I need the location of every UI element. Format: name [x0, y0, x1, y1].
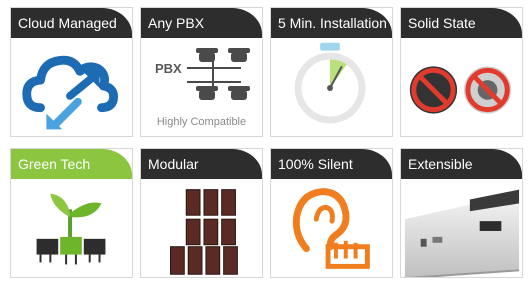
tile-title: Green Tech	[18, 156, 91, 172]
tile-header: Cloud Managed	[11, 8, 132, 38]
tile-5-min-installation: 5 Min. Installation	[270, 7, 393, 137]
tile-title: Any PBX	[148, 15, 205, 31]
compatibility-caption: Highly Compatible	[156, 116, 247, 128]
tile-100-silent: 100% Silent	[270, 148, 393, 278]
seedling-circuit-icon	[36, 193, 106, 265]
tile-header: Any PBX	[141, 8, 262, 38]
feature-grid: Cloud Managed Any PBX PBX Highly Compati…	[0, 0, 531, 285]
tile-header: Green Tech	[11, 149, 132, 179]
tile-header: Modular	[141, 149, 262, 179]
stopwatch-icon	[294, 42, 366, 124]
pbx-art: PBX Highly Compatible	[141, 38, 262, 136]
tile-header: Solid State	[401, 8, 522, 38]
no-fan-no-disk-icon	[409, 66, 512, 114]
tile-header: 5 Min. Installation	[271, 8, 392, 38]
tile-cloud-managed: Cloud Managed	[10, 7, 133, 137]
tile-extensible: Extensible	[400, 148, 523, 278]
tile-title: Solid State	[408, 15, 476, 31]
tile-green-tech: Green Tech	[10, 148, 133, 278]
tile-header: 100% Silent	[271, 149, 392, 179]
tile-title: Cloud Managed	[18, 15, 117, 31]
silent-ear-icon	[292, 188, 370, 269]
tile-header: Extensible	[401, 149, 522, 179]
tile-title: 5 Min. Installation	[278, 15, 387, 31]
modules-icon	[170, 189, 238, 275]
tile-modular: Modular	[140, 148, 263, 278]
cloud-sync-icon	[22, 55, 119, 130]
tile-solid-state: Solid State	[400, 7, 523, 137]
tile-any-pbx: Any PBX PBX Highly Compatible	[140, 7, 263, 137]
tile-title: 100% Silent	[278, 156, 353, 172]
extension-chassis-icon	[404, 189, 520, 277]
tile-title: Extensible	[408, 156, 473, 172]
tile-title: Modular	[148, 156, 199, 172]
